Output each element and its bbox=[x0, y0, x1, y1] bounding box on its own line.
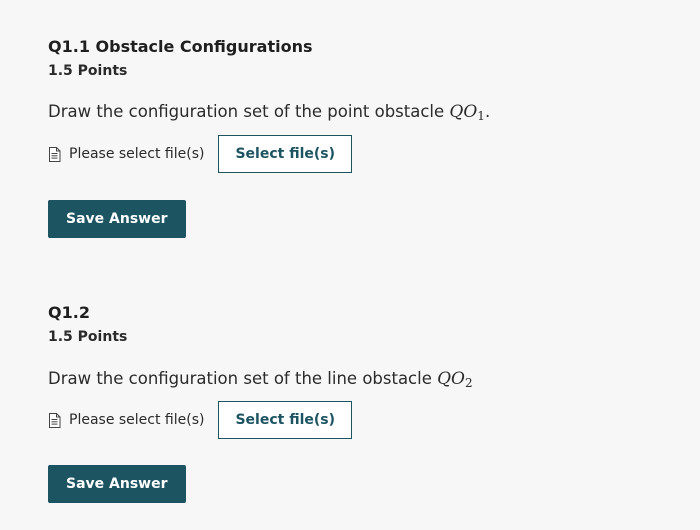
document-icon bbox=[48, 412, 61, 428]
file-upload-row: Please select file(s) Select file(s) bbox=[48, 401, 353, 439]
math-subscript: 1 bbox=[477, 109, 485, 123]
file-status-text: Please select file(s) bbox=[69, 146, 205, 162]
prompt-math: QO2 bbox=[437, 369, 473, 390]
file-status-text: Please select file(s) bbox=[69, 412, 205, 428]
question-points: 1.5 Points bbox=[48, 63, 128, 79]
save-answer-button[interactable]: Save Answer bbox=[48, 200, 186, 238]
math-symbol: QO bbox=[449, 102, 478, 122]
question-prompt: Draw the configuration set of the point … bbox=[48, 100, 490, 128]
question-title: Q1.2 bbox=[48, 303, 90, 322]
question-title: Q1.1 Obstacle Configurations bbox=[48, 37, 313, 56]
question-points: 1.5 Points bbox=[48, 329, 128, 345]
file-upload-row: Please select file(s) Select file(s) bbox=[48, 135, 353, 173]
prompt-text: Draw the configuration set of the point … bbox=[48, 102, 450, 121]
math-subscript: 2 bbox=[465, 376, 473, 390]
question-q1-1: Q1.1 Obstacle Configurations 1.5 Points … bbox=[48, 36, 668, 238]
select-files-button[interactable]: Select file(s) bbox=[218, 135, 353, 173]
prompt-math: QO1 bbox=[449, 102, 485, 123]
save-answer-button[interactable]: Save Answer bbox=[48, 465, 186, 503]
question-prompt: Draw the configuration set of the line o… bbox=[48, 367, 473, 395]
select-files-button[interactable]: Select file(s) bbox=[218, 401, 353, 439]
prompt-text: Draw the configuration set of the line o… bbox=[48, 369, 438, 388]
math-symbol: QO bbox=[437, 369, 465, 389]
prompt-suffix: . bbox=[484, 102, 491, 121]
question-q1-2: Q1.2 1.5 Points Draw the configuration s… bbox=[48, 302, 668, 503]
document-icon bbox=[48, 146, 61, 162]
